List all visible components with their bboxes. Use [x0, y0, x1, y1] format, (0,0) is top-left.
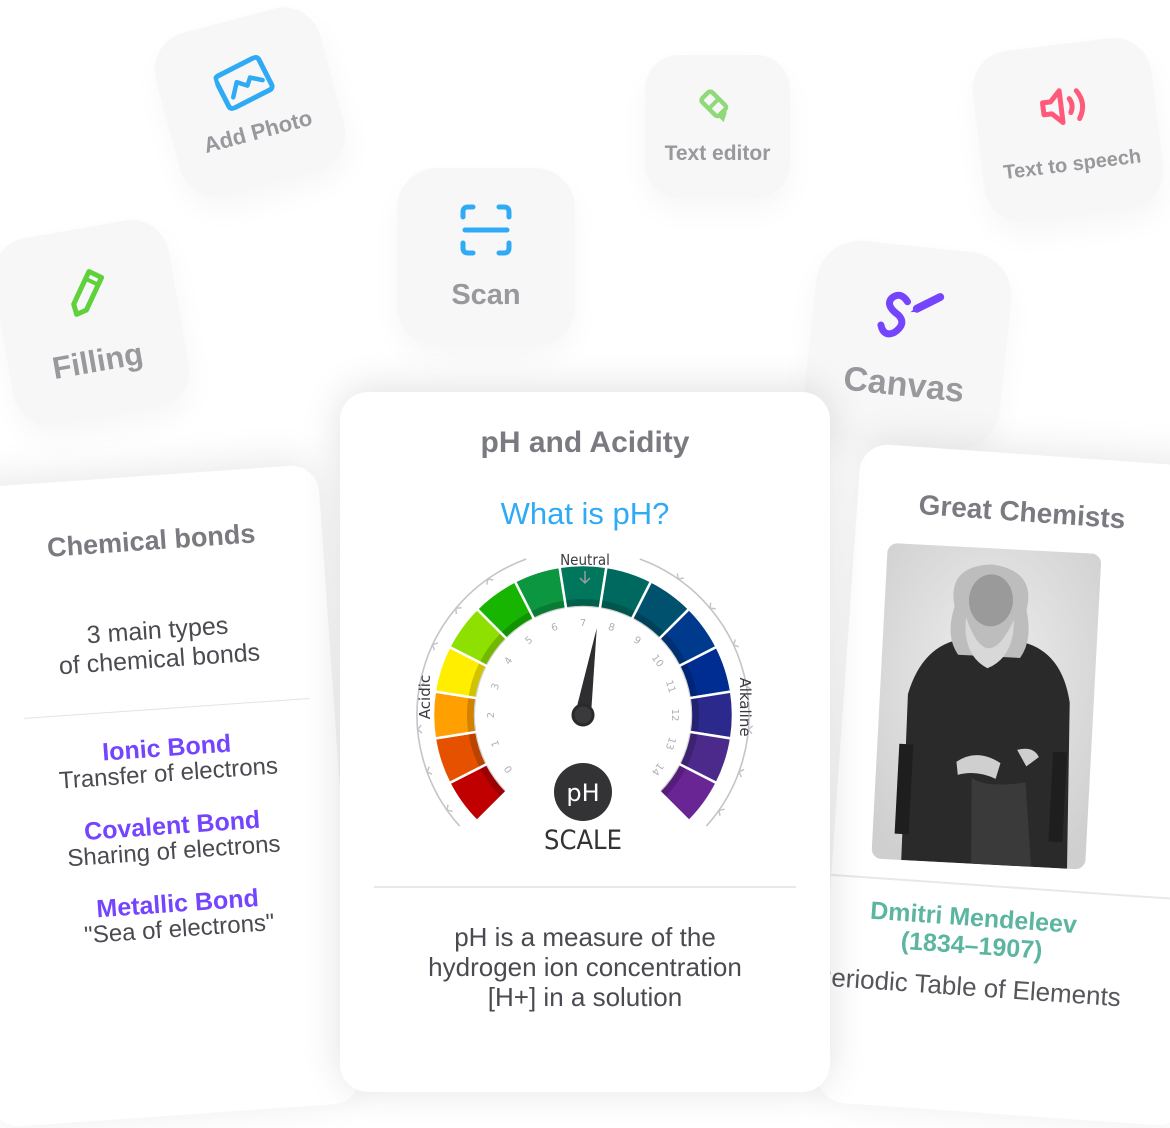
- gauge-tick-label: 1: [490, 739, 502, 748]
- filling-label: Filling: [49, 335, 146, 387]
- pencil-icon: [71, 269, 105, 317]
- gauge-tick-label: 9: [631, 635, 643, 648]
- gauge-tick-label: 13: [663, 736, 677, 752]
- canvas-tile[interactable]: Canvas: [800, 236, 1016, 454]
- gauge-tick-label: 3: [490, 682, 502, 691]
- explanation-line: pH is a measure of the: [454, 922, 716, 952]
- gauge-tick-label: 2: [486, 712, 497, 718]
- portrait-image: [871, 542, 1102, 870]
- alkaline-label: Alkaline: [736, 677, 754, 736]
- gauge-tick-label: 10: [649, 653, 665, 670]
- arrow-chevron-icon: [737, 768, 745, 778]
- canvas-label: Canvas: [841, 359, 967, 410]
- speaker-icon: [1039, 87, 1086, 125]
- gauge-segment-shade: [566, 599, 600, 609]
- chemist-fact: Periodic Table of Elements: [813, 960, 1122, 1013]
- ph-badge-text: pH: [566, 779, 599, 807]
- gauge-tick-label: 6: [550, 622, 559, 634]
- gauge-tick-label: 11: [663, 679, 677, 695]
- ph-explanation: pH is a measure of the hydrogen ion conc…: [340, 922, 830, 1012]
- divider: [24, 697, 310, 719]
- explanation-line: hydrogen ion concentration: [428, 952, 742, 982]
- gauge-segment-shade: [467, 698, 477, 732]
- ph-acidity-card[interactable]: pH and Acidity What is pH? 0 1 2 3 4 5 6 7 8 9 10 1…: [340, 392, 830, 1092]
- divider: [374, 886, 796, 888]
- text-editor-tile[interactable]: Text editor: [645, 55, 790, 198]
- gauge-tick-label: 7: [580, 618, 586, 629]
- gauge-tick-label: 5: [523, 635, 535, 648]
- chemist-name: Dmitri Mendeleev (1834–1907): [826, 894, 1119, 970]
- scan-icon: [460, 204, 512, 255]
- gauge-segment-shade: [689, 698, 699, 732]
- needle-pointer: [575, 628, 597, 717]
- gauge-tick-label: 14: [649, 760, 665, 777]
- chemical-bonds-card[interactable]: Chemical bonds 3 main types of chemical …: [0, 463, 362, 1128]
- draw-icon: [877, 291, 945, 337]
- bond-item-ionic: Ionic Bond Transfer of electrons: [0, 723, 339, 801]
- bond-item-metallic: Metallic Bond "Sea of electrons": [0, 879, 350, 957]
- gauge-tick-label: 0: [503, 763, 516, 775]
- text-editor-label: Text editor: [664, 141, 771, 165]
- acidic-label: Acidic: [416, 675, 434, 719]
- scan-label: Scan: [451, 278, 521, 311]
- gauge-needle: [571, 628, 597, 727]
- text-to-speech-tile[interactable]: Text to speech: [968, 33, 1168, 227]
- needle-hub: [571, 703, 595, 727]
- great-chemists-card[interactable]: Great Chemists Dmitri Mendeleev (1834–19…: [813, 442, 1170, 1128]
- ph-scale-gauge: 0123456 7 891011121314 Neutral Acidic Alka…: [416, 551, 754, 856]
- scale-label: SCALE: [544, 825, 622, 856]
- card-title: pH and Acidity: [480, 426, 690, 459]
- neutral-label: Neutral: [560, 551, 610, 569]
- filling-tile[interactable]: Filling: [0, 213, 196, 433]
- highlighter-icon: [698, 88, 728, 122]
- scan-tile[interactable]: Scan: [397, 168, 575, 346]
- gauge-tick-label: 4: [503, 655, 516, 667]
- card-subtitle: 3 main types of chemical bonds: [0, 605, 331, 689]
- card-title: Chemical bonds: [46, 518, 257, 563]
- card-question: What is pH?: [500, 496, 670, 531]
- gauge-tick-label: 12: [669, 709, 680, 722]
- card-title: Great Chemists: [917, 489, 1127, 535]
- explanation-line: [H+] in a solution: [487, 982, 683, 1012]
- bond-item-covalent: Covalent Bond Sharing of electrons: [0, 801, 344, 879]
- text-to-speech-label: Text to speech: [1002, 144, 1143, 184]
- add-photo-tile[interactable]: Add Photo: [146, 0, 354, 206]
- gauge-tick-label: 8: [607, 622, 616, 634]
- add-photo-label: Add Photo: [200, 104, 315, 158]
- image-icon: [213, 54, 275, 111]
- arrow-chevron-icon: [426, 766, 433, 775]
- portrait-photo: [871, 542, 1102, 870]
